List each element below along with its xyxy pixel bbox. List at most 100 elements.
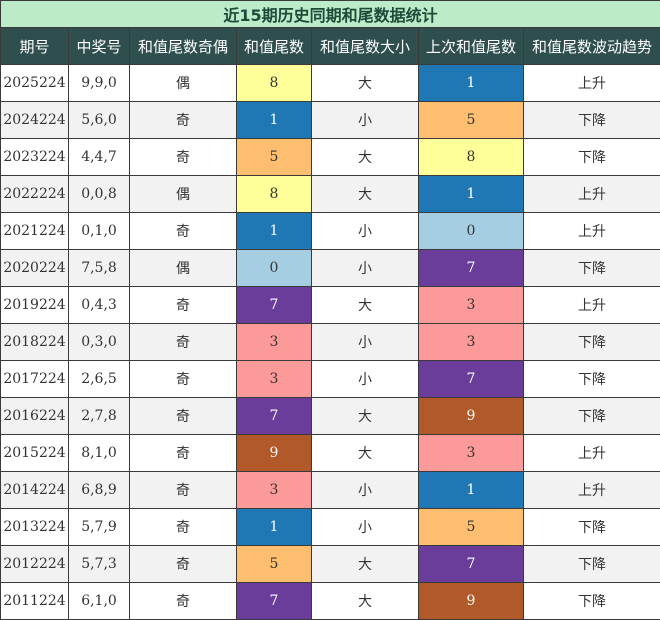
cell-prev-tail: 3 xyxy=(419,287,524,324)
table-row: 20182240,3,0奇3小3下降 xyxy=(1,324,660,361)
table-row: 20152248,1,0奇9大3上升 xyxy=(1,435,660,472)
table-row: 20192240,4,3奇7大3上升 xyxy=(1,287,660,324)
cell-parity: 偶 xyxy=(130,176,237,213)
cell-trend: 上升 xyxy=(524,435,660,472)
cell-size: 小 xyxy=(312,509,419,546)
header-prev-tail: 上次和值尾数 xyxy=(419,28,524,65)
cell-size: 大 xyxy=(312,435,419,472)
cell-tail: 3 xyxy=(237,472,312,509)
cell-issue: 2014224 xyxy=(1,472,69,509)
cell-issue: 2011224 xyxy=(1,583,69,620)
cell-trend: 下降 xyxy=(524,509,660,546)
cell-size: 大 xyxy=(312,287,419,324)
cell-trend: 下降 xyxy=(524,250,660,287)
cell-trend: 上升 xyxy=(524,287,660,324)
cell-issue: 2025224 xyxy=(1,65,69,102)
header-issue: 期号 xyxy=(1,28,69,65)
cell-trend: 上升 xyxy=(524,472,660,509)
table-row: 20202247,5,8偶0小7下降 xyxy=(1,250,660,287)
table-row: 20162242,7,8奇7大9下降 xyxy=(1,398,660,435)
cell-numbers: 5,7,3 xyxy=(69,546,130,583)
cell-parity: 奇 xyxy=(130,583,237,620)
table-row: 20132245,7,9奇1小5下降 xyxy=(1,509,660,546)
cell-size: 大 xyxy=(312,65,419,102)
cell-numbers: 0,4,3 xyxy=(69,287,130,324)
cell-tail: 5 xyxy=(237,546,312,583)
table-row: 20242245,6,0奇1小5下降 xyxy=(1,102,660,139)
cell-prev-tail: 3 xyxy=(419,324,524,361)
cell-size: 小 xyxy=(312,213,419,250)
cell-prev-tail: 9 xyxy=(419,583,524,620)
cell-parity: 奇 xyxy=(130,213,237,250)
cell-trend: 下降 xyxy=(524,102,660,139)
cell-numbers: 6,1,0 xyxy=(69,583,130,620)
cell-prev-tail: 1 xyxy=(419,65,524,102)
cell-parity: 奇 xyxy=(130,287,237,324)
cell-issue: 2019224 xyxy=(1,287,69,324)
cell-tail: 8 xyxy=(237,176,312,213)
cell-parity: 奇 xyxy=(130,361,237,398)
cell-size: 大 xyxy=(312,139,419,176)
cell-prev-tail: 3 xyxy=(419,435,524,472)
cell-prev-tail: 1 xyxy=(419,176,524,213)
cell-trend: 下降 xyxy=(524,139,660,176)
table-title: 近15期历史同期和尾数据统计 xyxy=(1,1,660,28)
cell-tail: 5 xyxy=(237,139,312,176)
cell-tail: 7 xyxy=(237,398,312,435)
cell-issue: 2018224 xyxy=(1,324,69,361)
header-tail: 和值尾数 xyxy=(237,28,312,65)
cell-prev-tail: 7 xyxy=(419,361,524,398)
table-body: 20252249,9,0偶8大1上升20242245,6,0奇1小5下降2023… xyxy=(1,65,660,620)
cell-numbers: 0,1,0 xyxy=(69,213,130,250)
cell-tail: 3 xyxy=(237,361,312,398)
cell-tail: 1 xyxy=(237,509,312,546)
cell-issue: 2022224 xyxy=(1,176,69,213)
cell-issue: 2015224 xyxy=(1,435,69,472)
cell-numbers: 8,1,0 xyxy=(69,435,130,472)
header-trend: 和值尾数波动趋势 xyxy=(524,28,660,65)
cell-trend: 下降 xyxy=(524,361,660,398)
cell-parity: 奇 xyxy=(130,509,237,546)
cell-size: 小 xyxy=(312,361,419,398)
cell-prev-tail: 1 xyxy=(419,472,524,509)
cell-issue: 2021224 xyxy=(1,213,69,250)
cell-tail: 1 xyxy=(237,102,312,139)
cell-size: 大 xyxy=(312,546,419,583)
cell-numbers: 5,7,9 xyxy=(69,509,130,546)
cell-prev-tail: 9 xyxy=(419,398,524,435)
cell-tail: 7 xyxy=(237,287,312,324)
header-size: 和值尾数大小 xyxy=(312,28,419,65)
cell-numbers: 4,4,7 xyxy=(69,139,130,176)
cell-issue: 2017224 xyxy=(1,361,69,398)
cell-parity: 奇 xyxy=(130,324,237,361)
cell-parity: 奇 xyxy=(130,546,237,583)
cell-prev-tail: 8 xyxy=(419,139,524,176)
cell-parity: 偶 xyxy=(130,250,237,287)
history-tail-stats-table: 近15期历史同期和尾数据统计 期号 中奖号 和值尾数奇偶 和值尾数 和值尾数大小… xyxy=(0,0,660,620)
cell-prev-tail: 5 xyxy=(419,102,524,139)
cell-tail: 9 xyxy=(237,435,312,472)
cell-trend: 下降 xyxy=(524,546,660,583)
cell-size: 大 xyxy=(312,176,419,213)
cell-tail: 0 xyxy=(237,250,312,287)
cell-parity: 奇 xyxy=(130,102,237,139)
cell-numbers: 6,8,9 xyxy=(69,472,130,509)
title-row: 近15期历史同期和尾数据统计 xyxy=(1,1,660,28)
cell-prev-tail: 7 xyxy=(419,250,524,287)
table-row: 20232244,4,7奇5大8下降 xyxy=(1,139,660,176)
table-row: 20112246,1,0奇7大9下降 xyxy=(1,583,660,620)
cell-numbers: 7,5,8 xyxy=(69,250,130,287)
table-row: 20122245,7,3奇5大7下降 xyxy=(1,546,660,583)
cell-numbers: 2,6,5 xyxy=(69,361,130,398)
cell-trend: 下降 xyxy=(524,583,660,620)
table-row: 20222240,0,8偶8大1上升 xyxy=(1,176,660,213)
cell-trend: 上升 xyxy=(524,213,660,250)
cell-issue: 2020224 xyxy=(1,250,69,287)
cell-prev-tail: 7 xyxy=(419,546,524,583)
header-row: 期号 中奖号 和值尾数奇偶 和值尾数 和值尾数大小 上次和值尾数 和值尾数波动趋… xyxy=(1,28,660,65)
cell-parity: 奇 xyxy=(130,139,237,176)
table-row: 20172242,6,5奇3小7下降 xyxy=(1,361,660,398)
cell-parity: 奇 xyxy=(130,472,237,509)
cell-prev-tail: 5 xyxy=(419,509,524,546)
cell-numbers: 0,0,8 xyxy=(69,176,130,213)
